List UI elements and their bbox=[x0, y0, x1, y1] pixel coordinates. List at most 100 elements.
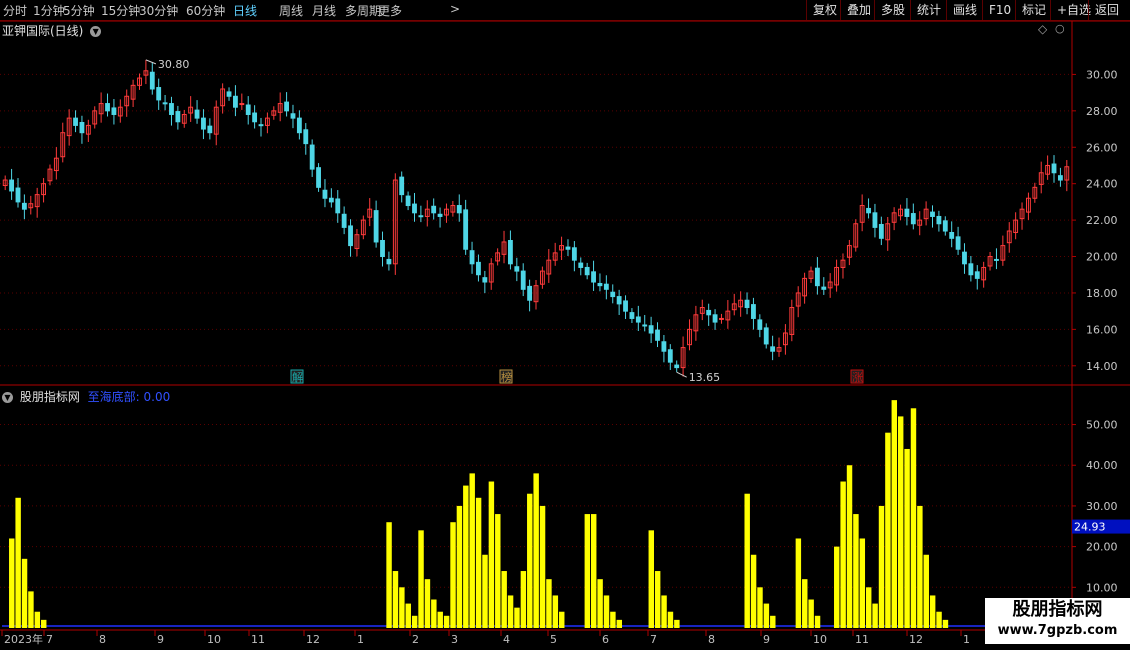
candle-body bbox=[354, 234, 360, 250]
tab-period[interactable]: 30分钟 bbox=[139, 2, 178, 19]
indicator-bar bbox=[495, 514, 501, 628]
circle-icon[interactable]: ○ bbox=[1055, 22, 1065, 35]
event-marker-box bbox=[290, 369, 304, 384]
candle-body bbox=[603, 283, 609, 290]
candle-body bbox=[559, 245, 564, 251]
x-axis-label: 10 bbox=[207, 633, 221, 646]
indicator-name: 股朋指标网 bbox=[19, 390, 80, 404]
chevron-down-icon[interactable]: ▼ bbox=[90, 26, 102, 37]
x-axis-label: 11 bbox=[855, 633, 869, 646]
tab-period[interactable]: 多周期 bbox=[345, 2, 381, 19]
tab-period[interactable]: 15分钟 bbox=[101, 2, 140, 19]
candle-body bbox=[66, 117, 72, 137]
toolbar-action-button[interactable]: 画线 bbox=[946, 0, 983, 20]
indicator-bar bbox=[610, 611, 616, 628]
price-tick-label: 22.00 bbox=[1086, 214, 1118, 227]
indicator-bar bbox=[840, 481, 846, 628]
candle-body bbox=[795, 292, 801, 307]
tab-period[interactable]: 周线 bbox=[279, 2, 303, 19]
indicator-bar bbox=[405, 603, 411, 628]
candle-body bbox=[482, 277, 488, 283]
x-axis-label: 6 bbox=[602, 633, 609, 646]
toolbar-action-button[interactable]: 多股 bbox=[874, 0, 911, 20]
candle-body bbox=[79, 121, 85, 134]
toolbar-action-button[interactable]: 统计 bbox=[910, 0, 947, 20]
candle-body bbox=[712, 314, 718, 323]
x-axis-label: 2023年 bbox=[4, 632, 43, 646]
candle-body bbox=[744, 299, 750, 309]
more-arrow-icon[interactable]: > bbox=[450, 2, 460, 16]
candle-body bbox=[623, 300, 628, 312]
candle-body bbox=[642, 324, 648, 327]
x-axis-label: 12 bbox=[306, 633, 320, 646]
candle-body bbox=[277, 103, 283, 113]
candle-body bbox=[239, 103, 245, 106]
indicator-bar bbox=[872, 603, 878, 628]
high-label: 30.80 bbox=[158, 58, 190, 71]
price-tick-label: 14.00 bbox=[1086, 360, 1118, 373]
toolbar-action-button[interactable]: F10 bbox=[982, 0, 1017, 20]
candle-body bbox=[616, 296, 622, 305]
candle-body bbox=[942, 220, 948, 232]
candle-body bbox=[309, 144, 315, 170]
kline-chart[interactable]: 30.00 28.00 26.00 24.00 22.00 20.00 18.00 16.00… bbox=[0, 0, 1130, 650]
x-axis-label: 4 bbox=[503, 633, 510, 646]
indicator-bar bbox=[654, 571, 661, 628]
diamond-icon[interactable]: ◇ bbox=[1038, 22, 1047, 36]
candle-body bbox=[105, 103, 110, 112]
tab-period[interactable]: 1分钟 bbox=[33, 2, 65, 19]
indicator-bar bbox=[750, 554, 757, 628]
candle-body bbox=[213, 106, 219, 135]
candle-body bbox=[859, 205, 865, 223]
x-axis-label: 7 bbox=[46, 633, 53, 646]
tab-period[interactable]: 60分钟 bbox=[186, 2, 225, 19]
candle-body bbox=[252, 112, 258, 123]
candle-body bbox=[149, 71, 155, 90]
candle-body bbox=[936, 215, 942, 225]
candle-body bbox=[821, 286, 827, 290]
tab-period[interactable]: 月线 bbox=[312, 2, 336, 19]
candle-body bbox=[514, 266, 520, 272]
candle-body bbox=[687, 328, 692, 346]
candle-body bbox=[456, 205, 462, 214]
indicator-bar bbox=[584, 514, 591, 628]
candle-body bbox=[635, 316, 641, 323]
tab-period[interactable]: 5分钟 bbox=[63, 2, 95, 19]
chevron-down-icon[interactable]: ▼ bbox=[2, 392, 13, 403]
current-value-label: 24.93 bbox=[1074, 521, 1106, 534]
candle-body bbox=[981, 266, 987, 281]
toolbar-action-button[interactable]: 返回 bbox=[1088, 0, 1125, 20]
candle-body bbox=[1026, 197, 1031, 213]
toolbar-action-button[interactable]: 复权 bbox=[806, 0, 843, 20]
toolbar-action-button[interactable]: 标记 bbox=[1015, 0, 1052, 20]
candle-body bbox=[194, 109, 200, 119]
tab-period[interactable]: 更多 bbox=[378, 2, 402, 19]
candle-body bbox=[258, 124, 264, 127]
candle-body bbox=[450, 205, 456, 213]
candle-body bbox=[92, 110, 98, 125]
indicator-bar bbox=[744, 493, 750, 628]
indicator-tick-label: 20.00 bbox=[1086, 541, 1118, 554]
indicator-bar bbox=[603, 595, 610, 628]
indicator-bar bbox=[9, 538, 15, 628]
watermark-title: 股朋指标网 bbox=[1012, 599, 1103, 620]
candle-body bbox=[866, 207, 871, 214]
indicator-bar bbox=[590, 514, 597, 628]
indicator-bar bbox=[488, 481, 495, 628]
candle-body bbox=[878, 223, 884, 239]
candle-body bbox=[629, 312, 635, 319]
event-marker-box bbox=[499, 369, 513, 384]
indicator-bar bbox=[28, 591, 34, 628]
x-axis-label: 11 bbox=[251, 633, 265, 646]
indicator-bar bbox=[865, 587, 872, 628]
candle-body bbox=[130, 84, 136, 100]
indicator-bar bbox=[763, 603, 770, 628]
candle-body bbox=[751, 304, 756, 319]
candle-body bbox=[28, 203, 34, 209]
candle-body bbox=[674, 364, 680, 369]
candle-body bbox=[143, 70, 149, 76]
tab-period[interactable]: 分时 bbox=[3, 2, 27, 19]
candle-body bbox=[840, 259, 846, 268]
tab-period[interactable]: 日线 bbox=[233, 2, 257, 19]
toolbar-action-button[interactable]: 叠加 bbox=[840, 0, 877, 20]
